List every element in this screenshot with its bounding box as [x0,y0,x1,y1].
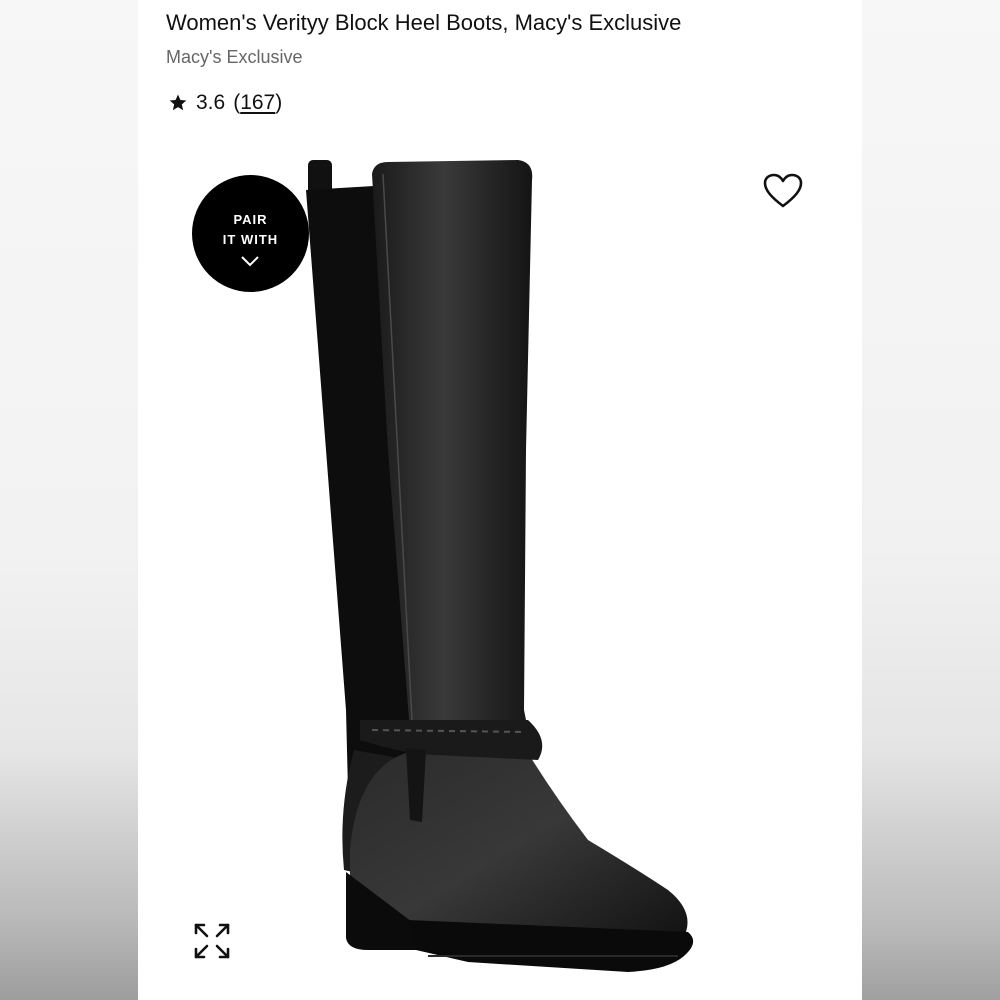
pair-badge-line1: PAIR [233,212,268,227]
rating-row[interactable]: 3.6 (167) [168,91,282,115]
right-backdrop [862,0,1000,1000]
pair-badge-line2: IT WITH [222,232,279,247]
review-close-paren: ) [275,91,283,114]
left-backdrop [0,0,138,1000]
product-panel: Women's Verityy Block Heel Boots, Macy's… [138,0,862,1000]
heart-outline-icon[interactable] [762,172,804,210]
product-image-boot[interactable] [288,150,748,980]
chevron-down-icon [241,256,259,267]
pair-it-with-button[interactable]: PAIR IT WITH [192,175,309,292]
expand-arrows-icon[interactable] [193,922,231,960]
rating-value: 3.6 [196,91,226,114]
product-title: Women's Verityy Block Heel Boots, Macy's… [166,10,682,35]
star-icon [169,94,187,111]
product-brand-link[interactable]: Macy's Exclusive [166,47,302,68]
review-count-link[interactable]: 167 [240,91,275,115]
review-open-paren: ( [233,91,241,114]
